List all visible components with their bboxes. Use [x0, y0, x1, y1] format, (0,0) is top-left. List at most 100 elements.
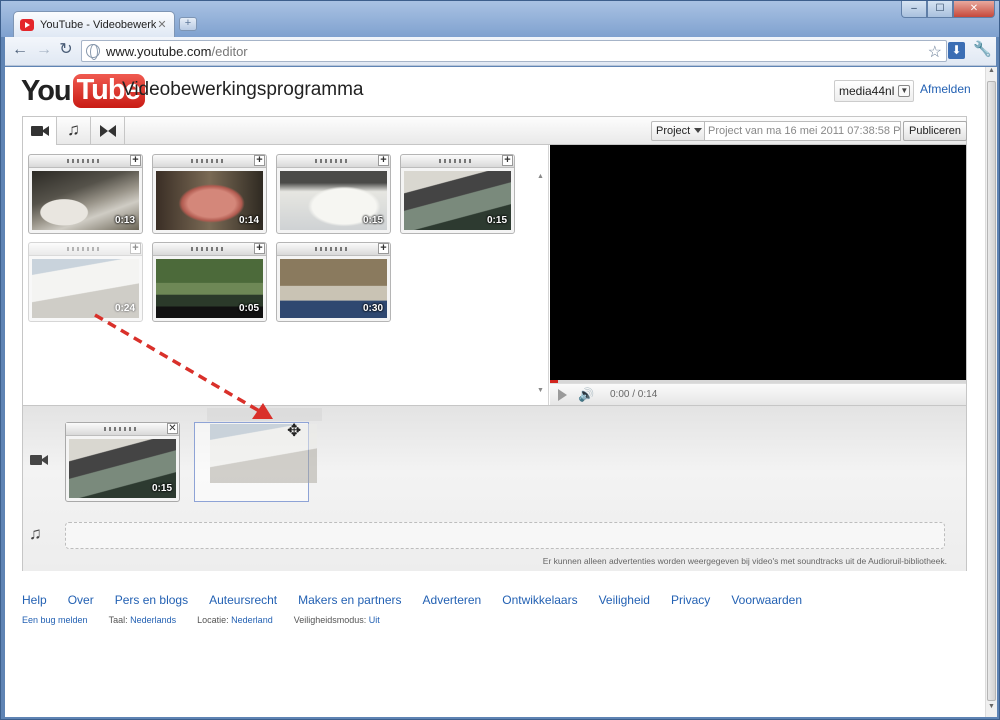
clip-drag-bar[interactable]	[401, 155, 514, 168]
add-clip-icon[interactable]: +	[130, 243, 141, 254]
clip-thumbnail: 0:30	[280, 259, 387, 318]
clip-drag-bar[interactable]	[277, 155, 390, 168]
location-setting[interactable]: Locatie: Nederland	[197, 615, 273, 625]
footer-link-veiligheid[interactable]: Veiligheid	[599, 593, 650, 607]
clip-drag-bar[interactable]	[153, 155, 266, 168]
signout-link[interactable]: Afmelden	[920, 82, 971, 96]
tab-close-icon[interactable]: ✕	[156, 18, 168, 31]
clip-duration: 0:15	[486, 215, 507, 226]
download-icon[interactable]: ⬇	[948, 42, 965, 59]
new-tab-button[interactable]: +	[179, 17, 197, 31]
grip-icon	[191, 159, 225, 163]
audio-track-dropzone[interactable]	[65, 522, 945, 549]
transition-icon	[99, 125, 116, 137]
video-screen[interactable]	[550, 145, 966, 380]
window-controls: – ☐ ✕	[901, 1, 995, 18]
language-setting[interactable]: Taal: Nederlands	[109, 615, 177, 625]
library-clip[interactable]: +0:13	[28, 154, 143, 234]
grip-icon	[67, 247, 101, 251]
project-dropdown-label: Project	[656, 125, 691, 137]
footer-link-ontwikkelaars[interactable]: Ontwikkelaars	[502, 593, 577, 607]
video-camera-icon	[30, 126, 49, 136]
clip-duration: 0:24	[114, 303, 135, 314]
clip-drag-bar[interactable]	[29, 155, 142, 168]
bookmark-star-icon[interactable]: ☆	[928, 42, 942, 62]
library-scrollbar[interactable]: ▲ ▼	[535, 171, 547, 403]
tab-transitions[interactable]	[91, 117, 125, 145]
forward-arrow-icon[interactable]: →	[35, 42, 53, 60]
scroll-up-icon[interactable]: ▲	[537, 173, 544, 180]
maximize-button[interactable]: ☐	[927, 1, 953, 18]
clip-drag-bar[interactable]	[29, 243, 142, 256]
library-clip[interactable]: +0:05	[152, 242, 267, 322]
volume-icon[interactable]: 🔊	[578, 387, 594, 403]
library-clip[interactable]: +0:15	[400, 154, 515, 234]
publish-button[interactable]: Publiceren	[903, 121, 967, 141]
url-host: www.youtube.com	[106, 43, 212, 59]
back-arrow-icon[interactable]: ←	[11, 42, 29, 60]
safety-mode-setting[interactable]: Veiligheidsmodus: Uit	[294, 615, 380, 625]
ghost-bar	[207, 408, 322, 421]
safety-value[interactable]: Uit	[369, 615, 380, 625]
footer-meta: Een bug melden Taal: Nederlands Locatie:…	[22, 615, 401, 625]
address-bar[interactable]: www.youtube.com/editor ☆	[81, 40, 947, 62]
ad-notice: Er kunnen alleen advertenties worden wee…	[542, 556, 947, 566]
wrench-icon[interactable]: 🔧	[973, 42, 992, 59]
browser-toolbar: ← → ↻ www.youtube.com/editor ☆ ⬇ 🔧	[5, 37, 996, 66]
remove-clip-icon[interactable]: ✕	[167, 423, 178, 434]
scroll-down-icon[interactable]: ▼	[537, 387, 544, 394]
add-clip-icon[interactable]: +	[254, 243, 265, 254]
browser-tab[interactable]: YouTube - Videobewerki... ✕	[13, 11, 175, 37]
add-clip-icon[interactable]: +	[378, 243, 389, 254]
footer-links: Help Over Pers en blogs Auteursrecht Makers …	[22, 593, 823, 607]
clip-drag-bar[interactable]	[153, 243, 266, 256]
minimize-button[interactable]: –	[901, 1, 927, 18]
tab-video[interactable]	[23, 117, 57, 146]
reload-icon[interactable]: ↻	[57, 42, 75, 60]
title-bar: YouTube - Videobewerki... ✕ + – ☐ ✕	[1, 1, 999, 37]
footer-link-over[interactable]: Over	[68, 593, 94, 607]
clip-drag-bar[interactable]	[66, 423, 179, 436]
add-clip-icon[interactable]: +	[378, 155, 389, 166]
footer-link-help[interactable]: Help	[22, 593, 47, 607]
add-clip-icon[interactable]: +	[254, 155, 265, 166]
location-value[interactable]: Nederland	[231, 615, 273, 625]
library-clip[interactable]: +0:14	[152, 154, 267, 234]
footer-link-auteursrecht[interactable]: Auteursrecht	[209, 593, 277, 607]
scrollbar-thumb[interactable]	[987, 81, 996, 701]
footer-link-pers-en-blogs[interactable]: Pers en blogs	[115, 593, 188, 607]
tab-audio[interactable]: ♫	[57, 117, 91, 145]
clip-duration: 0:14	[238, 215, 259, 226]
scroll-down-icon[interactable]: ▼	[987, 703, 996, 715]
library-clip[interactable]: +0:24	[28, 242, 143, 322]
page-scrollbar[interactable]: ▲ ▼	[985, 67, 997, 717]
grip-icon	[315, 247, 349, 251]
library-clip[interactable]: +0:15	[276, 154, 391, 234]
project-dropdown[interactable]: Project	[651, 121, 708, 141]
username: media44nl	[839, 84, 895, 98]
play-icon[interactable]	[558, 389, 567, 401]
grip-icon	[67, 159, 101, 163]
footer-link-privacy[interactable]: Privacy	[671, 593, 710, 607]
language-label: Taal:	[108, 615, 128, 625]
timeline-clip[interactable]: ✕ 0:15	[65, 422, 180, 502]
clip-duration: 0:15	[362, 215, 383, 226]
footer-link-voorwaarden[interactable]: Voorwaarden	[731, 593, 802, 607]
clip-drag-bar[interactable]	[277, 243, 390, 256]
language-value[interactable]: Nederlands	[130, 615, 176, 625]
footer-link-makers-en-partners[interactable]: Makers en partners	[298, 593, 401, 607]
clip-duration: 0:13	[114, 215, 135, 226]
audio-track-icon: ♫	[29, 524, 42, 543]
add-clip-icon[interactable]: +	[502, 155, 513, 166]
account-dropdown[interactable]: media44nl ▼	[834, 80, 915, 102]
footer-link-adverteren[interactable]: Adverteren	[423, 593, 482, 607]
library-clip[interactable]: +0:30	[276, 242, 391, 322]
close-window-button[interactable]: ✕	[953, 1, 995, 18]
clip-thumbnail: 0:24	[32, 259, 139, 318]
add-clip-icon[interactable]: +	[130, 155, 141, 166]
scroll-up-icon[interactable]: ▲	[987, 67, 996, 79]
project-name-input[interactable]: Project van ma 16 mei 2011 07:38:58 PDT	[704, 121, 901, 141]
report-bug-link[interactable]: Een bug melden	[22, 615, 88, 625]
editor-tabs: ♫ Project Project van ma 16 mei 2011 07:…	[23, 117, 967, 146]
clip-thumbnail: 0:13	[32, 171, 139, 230]
